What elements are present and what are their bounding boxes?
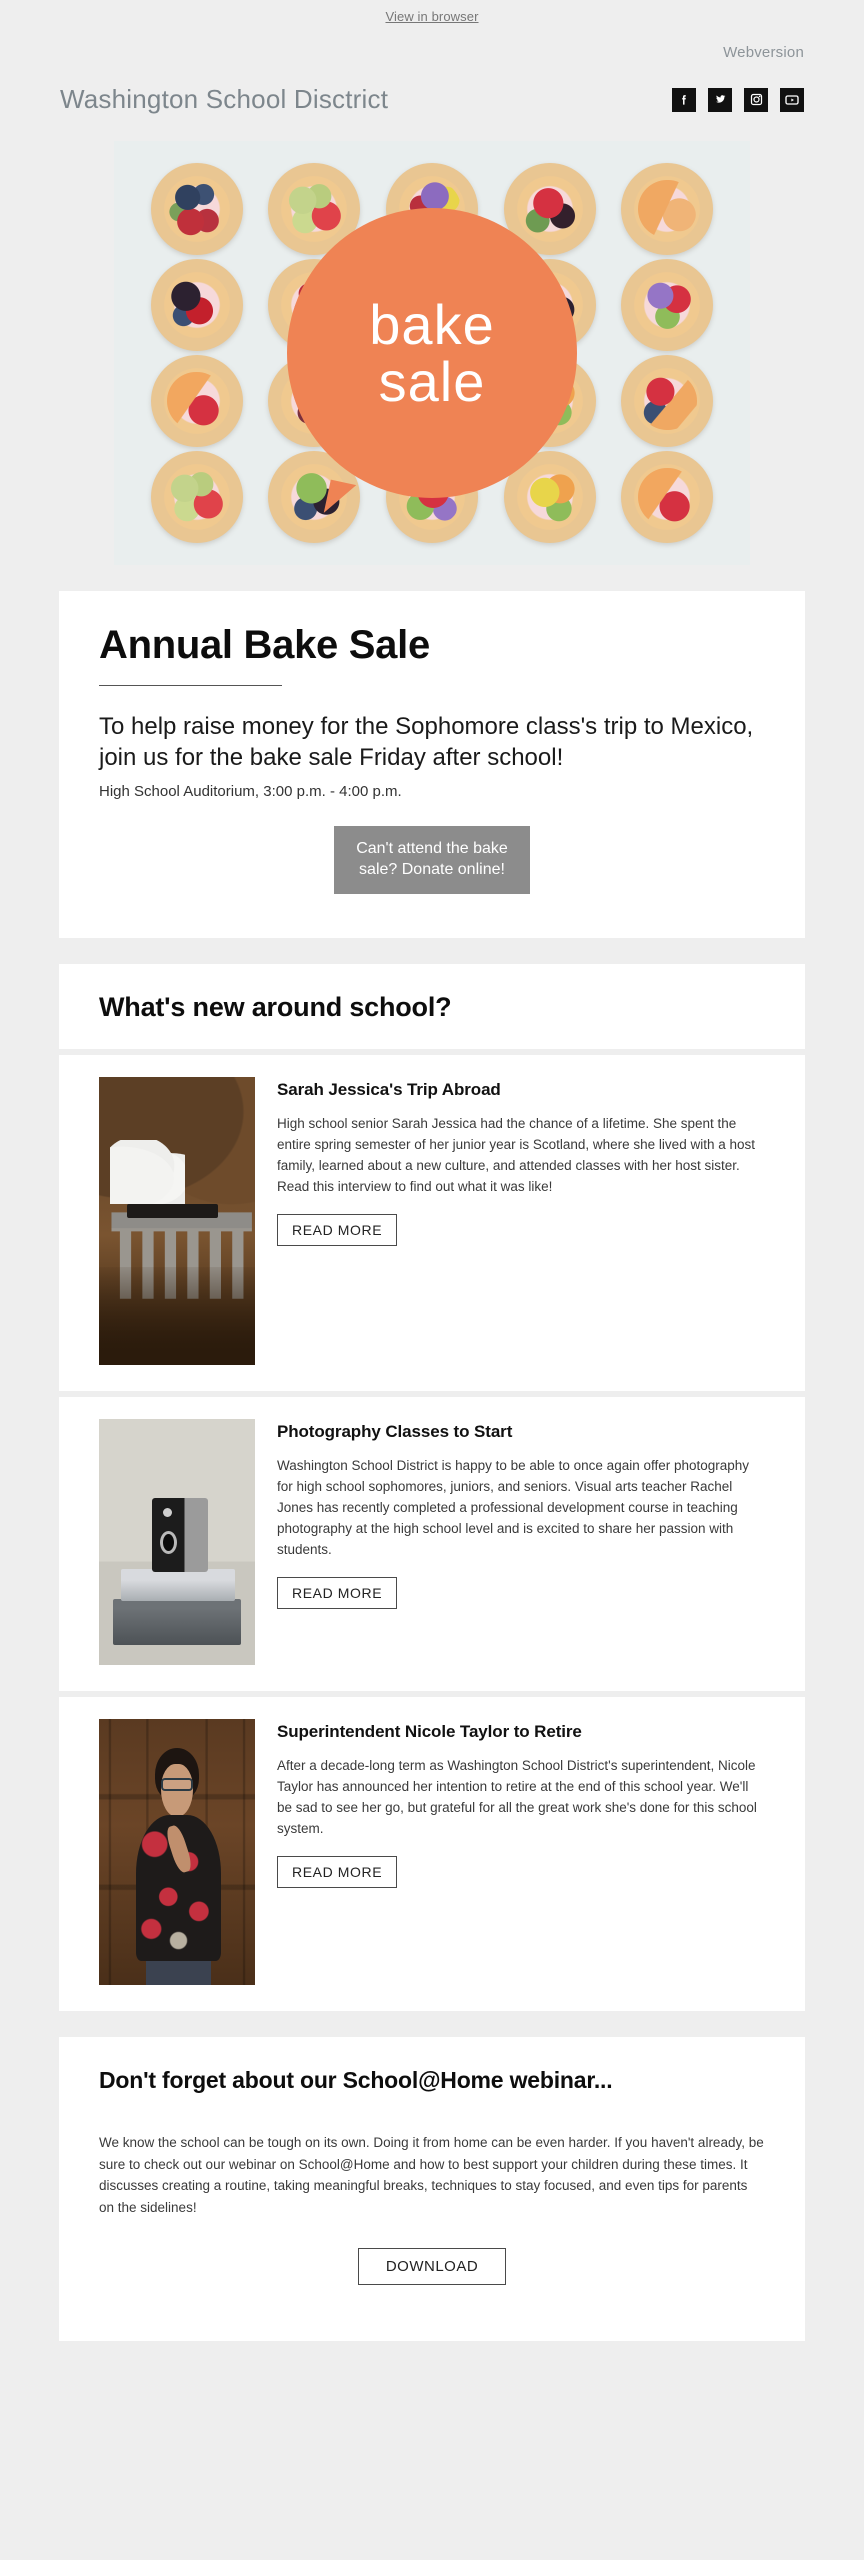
instagram-icon[interactable] [744, 87, 768, 112]
news-heading-card: What's new around school? [59, 964, 805, 1050]
article-image-superintendent [99, 1719, 255, 1986]
card-spacer [59, 2295, 805, 2341]
brand-name: Washington School Disctrict [60, 84, 389, 114]
view-in-browser-link[interactable]: View in browser [385, 9, 478, 24]
read-more-button[interactable]: READ MORE [277, 1576, 398, 1609]
article-body: After a decade-long term as Washington S… [277, 1758, 757, 1837]
webversion-label[interactable]: Webversion [723, 44, 804, 61]
youtube-icon[interactable] [780, 87, 804, 112]
tart [150, 451, 243, 543]
social-links [672, 87, 804, 112]
tart [150, 259, 243, 351]
article-title: Superintendent Nicole Taylor to Retire [277, 1722, 582, 1742]
webinar-heading: Don't forget about our School@Home webin… [99, 2067, 613, 2094]
donate-online-button[interactable]: Can't attend the bake sale? Donate onlin… [334, 826, 530, 895]
article-row: Sarah Jessica's Trip Abroad High school … [59, 1055, 805, 1392]
hero-section: bake sale [0, 115, 864, 565]
page-title: Annual Bake Sale [99, 623, 430, 667]
hero-image: bake sale [114, 141, 750, 565]
facebook-icon[interactable] [672, 87, 696, 112]
badge-line-2: sale [378, 350, 486, 413]
read-more-button[interactable]: READ MORE [277, 1855, 398, 1888]
preheader: View in browser [0, 0, 864, 30]
twitter-icon[interactable] [708, 87, 732, 112]
article-image-train [99, 1077, 255, 1366]
webinar-card: Don't forget about our School@Home webin… [59, 2037, 805, 2342]
tart [621, 259, 714, 351]
article-body: High school senior Sarah Jessica had the… [277, 1116, 755, 1195]
tart [621, 355, 714, 447]
tart [621, 163, 714, 255]
article-row: Photography Classes to Start Washington … [59, 1397, 805, 1692]
intro-card: Annual Bake Sale To help raise money for… [59, 591, 805, 939]
webinar-body: We know the school can be tough on its o… [99, 2135, 764, 2215]
tart [150, 163, 243, 255]
article-row: Superintendent Nicole Taylor to Retire A… [59, 1697, 805, 2012]
email-header: Washington School Disctrict [0, 62, 864, 115]
tart [621, 451, 714, 543]
read-more-button[interactable]: READ MORE [277, 1213, 398, 1246]
title-divider [99, 685, 282, 686]
badge-line-1: bake [369, 292, 495, 356]
article-image-camera [99, 1419, 255, 1666]
intro-lede: To help raise money for the Sophomore cl… [99, 713, 754, 771]
tart [150, 355, 243, 447]
bake-sale-badge: bake sale [287, 208, 577, 498]
article-title: Sarah Jessica's Trip Abroad [277, 1080, 501, 1100]
news-section-heading: What's new around school? [99, 992, 452, 1023]
article-title: Photography Classes to Start [277, 1422, 513, 1442]
article-body: Washington School District is happy to b… [277, 1458, 750, 1557]
download-button[interactable]: DOWNLOAD [358, 2248, 506, 2286]
webversion-row: Webversion [0, 30, 864, 62]
email-page: View in browser Webversion Washington Sc… [0, 0, 864, 2560]
event-details: High School Auditorium, 3:00 p.m. - 4:00… [99, 783, 402, 801]
